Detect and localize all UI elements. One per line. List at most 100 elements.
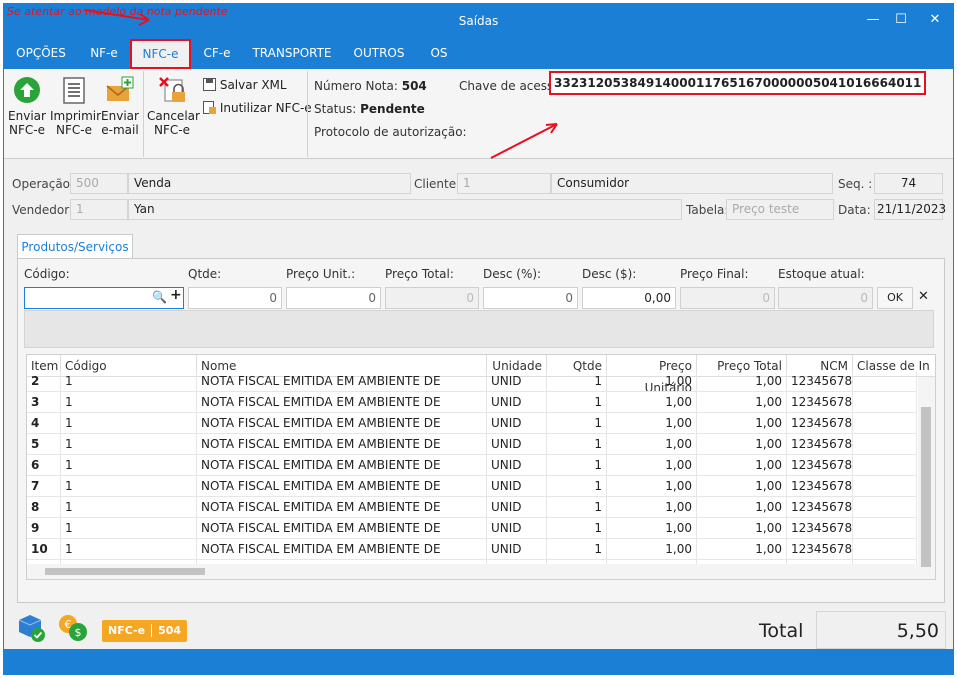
table-cell: 1,00 [697, 392, 787, 413]
add-icon[interactable]: + [170, 287, 182, 303]
preco-total-input: 0 [385, 287, 479, 309]
desc-val-input[interactable]: 0,00 [582, 287, 676, 309]
table-cell: 1 [61, 497, 197, 518]
vertical-scrollbar[interactable] [918, 377, 935, 579]
annotation-arrows [83, 9, 558, 159]
table-cell: NOTA FISCAL EMITIDA EM AMBIENTE DE [197, 392, 487, 413]
table-cell [853, 392, 917, 413]
table-cell: 1,00 [607, 539, 697, 560]
table-cell: 1,00 [697, 434, 787, 455]
cliente-label: Cliente: [414, 177, 461, 191]
table-cell: 1,00 [697, 455, 787, 476]
tabela-select[interactable]: Preço teste [726, 199, 834, 220]
data-field[interactable]: 21/11/2023 [874, 199, 946, 220]
data-label: Data: [838, 203, 871, 217]
scroll-thumb[interactable] [921, 407, 931, 567]
operacao-field[interactable]: Venda [128, 173, 411, 194]
search-icon[interactable]: 🔍 [152, 290, 167, 304]
vendedor-field[interactable]: Yan [128, 199, 682, 220]
preco-total-label: Preço Total: [385, 267, 454, 281]
table-cell: 12345678 [787, 518, 853, 539]
table-row[interactable]: 8 1 NOTA FISCAL EMITIDA EM AMBIENTE DE UNID… [27, 497, 917, 518]
table-cell: 1,00 [697, 371, 787, 392]
clear-button[interactable]: ✕ [918, 289, 929, 304]
table-cell: 1,00 [607, 392, 697, 413]
ok-button[interactable]: OK [877, 287, 913, 309]
table-cell: 1,00 [607, 497, 697, 518]
table-cell: UNID [487, 518, 547, 539]
table-cell: 10 [27, 539, 61, 560]
table-cell: 1 [547, 392, 607, 413]
hscroll-thumb[interactable] [45, 568, 205, 575]
table-row[interactable]: 2 1 NOTA FISCAL EMITIDA EM AMBIENTE DE UNID… [27, 371, 917, 392]
table-cell [853, 434, 917, 455]
table-cell: NOTA FISCAL EMITIDA EM AMBIENTE DE [197, 434, 487, 455]
table-cell: 12345678 [787, 455, 853, 476]
table-cell: 12345678 [787, 539, 853, 560]
table-row[interactable]: 10 1 NOTA FISCAL EMITIDA EM AMBIENTE DE UNI… [27, 539, 917, 560]
table-cell: 1 [61, 371, 197, 392]
table-cell: 1 [547, 455, 607, 476]
table-row[interactable]: 9 1 NOTA FISCAL EMITIDA EM AMBIENTE DE UNID… [27, 518, 917, 539]
seq-field[interactable]: 74 [874, 173, 943, 194]
table-cell: UNID [487, 371, 547, 392]
desc-pct-input[interactable]: 0 [483, 287, 578, 309]
table-cell: 12345678 [787, 371, 853, 392]
table-cell: NOTA FISCAL EMITIDA EM AMBIENTE DE [197, 413, 487, 434]
table-cell: 12345678 [787, 392, 853, 413]
table-row[interactable]: 5 1 NOTA FISCAL EMITIDA EM AMBIENTE DE UNID… [27, 434, 917, 455]
table-cell [853, 539, 917, 560]
table-cell: NOTA FISCAL EMITIDA EM AMBIENTE DE [197, 455, 487, 476]
table-cell: UNID [487, 434, 547, 455]
info-strip [24, 310, 934, 348]
tab-produtos-servicos[interactable]: Produtos/Serviços [17, 234, 133, 259]
operacao-code-field[interactable]: 500 [70, 173, 128, 194]
table-cell: 1,00 [607, 518, 697, 539]
table-row[interactable]: 6 1 NOTA FISCAL EMITIDA EM AMBIENTE DE UNID… [27, 455, 917, 476]
cliente-code-field[interactable]: 1 [457, 173, 551, 194]
table-row[interactable]: 7 1 NOTA FISCAL EMITIDA EM AMBIENTE DE UNID… [27, 476, 917, 497]
table-cell: 1 [61, 476, 197, 497]
svg-text:$: $ [75, 626, 82, 639]
table-cell: 12345678 [787, 476, 853, 497]
badge-type: NFC-e [102, 624, 153, 637]
table-cell: 1 [61, 539, 197, 560]
table-cell: 1 [61, 413, 197, 434]
cliente-field[interactable]: Consumidor [551, 173, 833, 194]
preco-unit-label: Preço Unit.: [286, 267, 356, 281]
qtde-input[interactable]: 0 [188, 287, 282, 309]
badge-number: 504 [158, 624, 182, 637]
preco-final-input: 0 [680, 287, 775, 309]
estoque-input: 0 [778, 287, 873, 309]
horizontal-scrollbar[interactable] [27, 564, 920, 579]
total-value: 5,50 [816, 611, 946, 649]
table-cell: 2 [27, 371, 61, 392]
table-row[interactable]: 4 1 NOTA FISCAL EMITIDA EM AMBIENTE DE UNID… [27, 413, 917, 434]
status-bar [4, 649, 953, 675]
table-cell: NOTA FISCAL EMITIDA EM AMBIENTE DE [197, 476, 487, 497]
table-row[interactable]: 3 1 NOTA FISCAL EMITIDA EM AMBIENTE DE UNID… [27, 392, 917, 413]
table-cell: 1 [547, 371, 607, 392]
vendedor-code-field[interactable]: 1 [70, 199, 128, 220]
table-cell: 1 [547, 476, 607, 497]
table-cell: UNID [487, 455, 547, 476]
table-cell: 1,00 [697, 539, 787, 560]
table-cell: 1,00 [607, 455, 697, 476]
table-cell: 1 [61, 518, 197, 539]
vendedor-label: Vendedor: [12, 203, 73, 217]
preco-final-label: Preço Final: [680, 267, 749, 281]
approved-box-icon [18, 615, 45, 642]
table-cell: NOTA FISCAL EMITIDA EM AMBIENTE DE [197, 497, 487, 518]
table-cell: 1,00 [607, 476, 697, 497]
table-cell: 1 [61, 434, 197, 455]
items-grid: Item Código Nome Unidade Qtde Preço Unit… [26, 354, 936, 580]
table-cell: 1 [547, 413, 607, 434]
table-cell: 3 [27, 392, 61, 413]
table-cell: NOTA FISCAL EMITIDA EM AMBIENTE DE [197, 518, 487, 539]
table-cell: 1 [61, 455, 197, 476]
preco-unit-input[interactable]: 0 [286, 287, 381, 309]
seq-label: Seq. : [838, 177, 873, 191]
table-cell: 1 [547, 518, 607, 539]
table-cell: 8 [27, 497, 61, 518]
table-cell: 5 [27, 434, 61, 455]
